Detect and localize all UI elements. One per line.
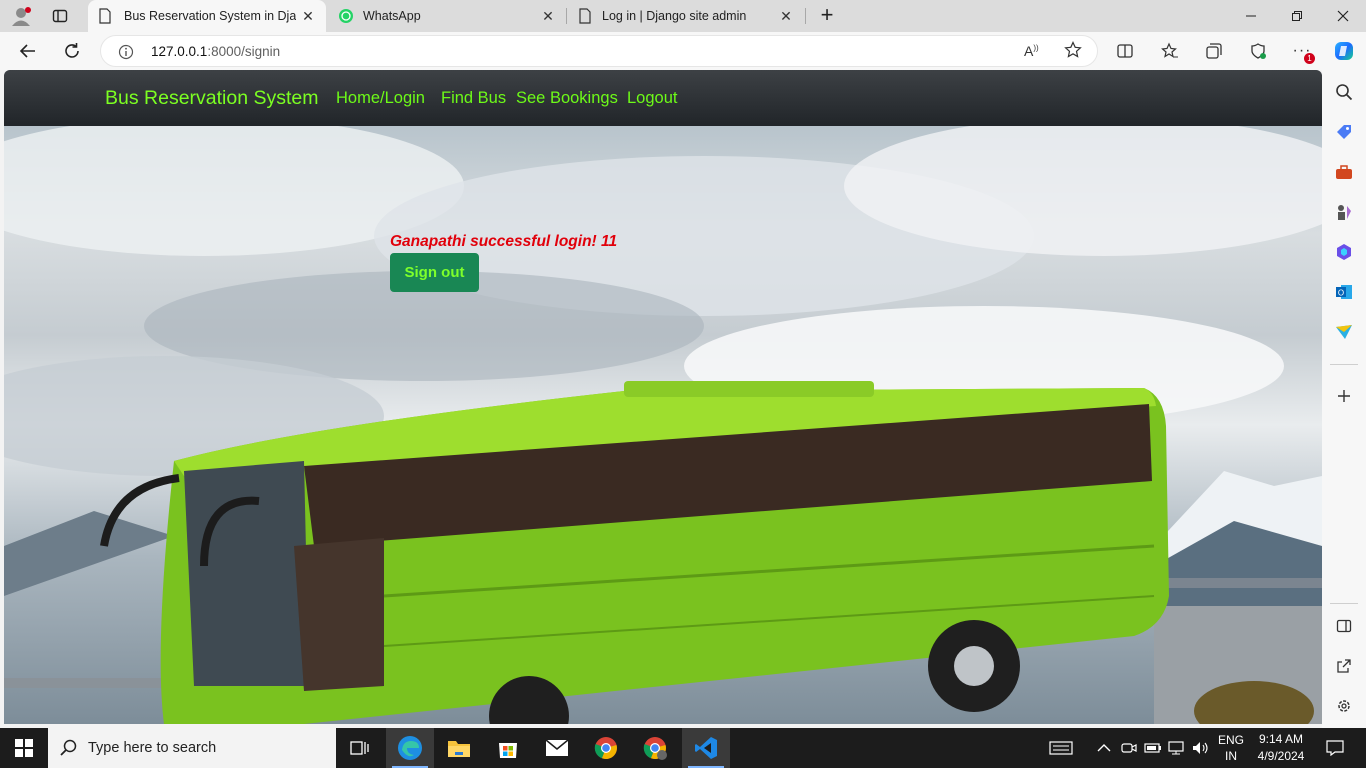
clock[interactable]: 9:14 AM 4/9/2024 <box>1252 728 1310 768</box>
windows-taskbar: Type here to search ENG IN 9:14 AM 4/9/2… <box>0 728 1366 768</box>
favorite-star-icon[interactable] <box>1064 41 1082 64</box>
bus-illustration <box>4 126 1322 724</box>
external-link-icon[interactable] <box>1334 656 1354 676</box>
drop-icon[interactable] <box>1334 322 1354 342</box>
tab-bar: Bus Reservation System in Django ✕ Whats… <box>0 0 1366 32</box>
sidebar-settings-icon[interactable] <box>1334 696 1354 716</box>
mail-icon[interactable] <box>533 728 581 768</box>
show-hidden-icons[interactable] <box>1094 728 1114 768</box>
back-icon[interactable] <box>13 36 43 66</box>
clock-time: 9:14 AM <box>1258 732 1304 746</box>
search-icon <box>60 739 78 761</box>
sign-out-button[interactable]: Sign out <box>390 253 479 292</box>
copilot-icon[interactable] <box>1329 36 1359 66</box>
site-navbar: Bus Reservation System Home/Login Find B… <box>4 70 1322 126</box>
region-code: IN <box>1225 749 1237 763</box>
tab-title: Bus Reservation System in Django <box>124 9 296 23</box>
sidebar-divider <box>1330 364 1358 365</box>
volume-icon[interactable] <box>1190 728 1212 768</box>
site-info-icon[interactable] <box>118 44 134 65</box>
shopping-tag-icon[interactable] <box>1334 122 1354 142</box>
site-brand[interactable]: Bus Reservation System <box>105 87 319 110</box>
language-indicator[interactable]: ENG IN <box>1214 728 1248 768</box>
hide-sidebar-icon[interactable] <box>1334 616 1354 636</box>
tab-title: WhatsApp <box>363 9 421 23</box>
keyboard-layout-icon[interactable] <box>1046 728 1076 768</box>
new-tab-button[interactable]: + <box>815 3 839 27</box>
split-screen-icon[interactable] <box>1110 36 1140 66</box>
close-window-button[interactable] <box>1320 0 1366 32</box>
network-icon[interactable] <box>1166 728 1188 768</box>
url-path: :8000/signin <box>207 44 281 59</box>
file-explorer-icon[interactable] <box>435 728 483 768</box>
tab-django-admin[interactable]: Log in | Django site admin ✕ <box>568 0 804 32</box>
clock-date: 4/9/2024 <box>1257 749 1305 763</box>
svg-text:O: O <box>1338 289 1344 298</box>
page-viewport: Bus Reservation System Home/Login Find B… <box>4 70 1322 724</box>
url-text: 127.0.0.1:8000/signin <box>151 44 280 59</box>
outlook-icon[interactable]: O <box>1334 282 1354 302</box>
chrome-profile-icon[interactable] <box>631 728 679 768</box>
nav-logout[interactable]: Logout <box>627 89 677 108</box>
chrome-icon[interactable] <box>582 728 630 768</box>
sidebar-divider <box>1330 603 1358 604</box>
edge-taskbar-icon[interactable] <box>386 728 434 768</box>
close-tab-icon[interactable]: ✕ <box>778 8 794 24</box>
meet-now-icon[interactable] <box>1118 728 1140 768</box>
close-tab-icon[interactable]: ✕ <box>540 8 556 24</box>
tab-bus-reservation[interactable]: Bus Reservation System in Django ✕ <box>88 0 326 32</box>
page-icon <box>578 8 592 27</box>
tab-actions-icon[interactable] <box>52 8 68 24</box>
favorites-icon[interactable] <box>1155 36 1185 66</box>
read-aloud-icon[interactable]: A)) <box>1024 43 1039 59</box>
notifications-icon[interactable] <box>1320 728 1350 768</box>
battery-icon[interactable] <box>1142 728 1164 768</box>
collections-icon[interactable] <box>1199 36 1229 66</box>
nav-see-bookings[interactable]: See Bookings <box>516 89 618 108</box>
browser-toolbar: 127.0.0.1:8000/signin A)) ··· 1 <box>0 32 1366 70</box>
browser-essentials-icon[interactable] <box>1243 36 1273 66</box>
edge-sidebar: O <box>1322 70 1366 728</box>
vscode-icon[interactable] <box>682 728 730 768</box>
close-tab-icon[interactable]: ✕ <box>300 8 316 24</box>
tools-icon[interactable] <box>1334 162 1354 182</box>
reload-icon[interactable] <box>57 36 87 66</box>
hero-bus-image: Ganapathi successful login! 11 Sign out <box>4 126 1322 724</box>
login-success-message: Ganapathi successful login! 11 <box>390 233 618 250</box>
search-placeholder: Type here to search <box>88 740 217 756</box>
games-icon[interactable] <box>1334 202 1354 222</box>
settings-more-icon[interactable]: ··· 1 <box>1287 36 1317 66</box>
microsoft-store-icon[interactable] <box>484 728 532 768</box>
minimize-button[interactable] <box>1228 0 1274 32</box>
nav-find-bus[interactable]: Find Bus <box>441 89 506 108</box>
tab-whatsapp[interactable]: WhatsApp ✕ <box>328 0 566 32</box>
taskbar-search-box[interactable]: Type here to search <box>48 728 336 768</box>
tab-separator <box>805 8 806 24</box>
page-icon <box>98 8 112 27</box>
tab-separator <box>566 8 567 24</box>
task-view-icon[interactable] <box>336 728 384 768</box>
language-code: ENG <box>1217 733 1244 747</box>
address-bar[interactable]: 127.0.0.1:8000/signin A)) <box>100 35 1098 67</box>
search-icon[interactable] <box>1334 82 1354 102</box>
add-icon[interactable] <box>1334 386 1354 406</box>
windows-start-icon[interactable] <box>0 728 48 768</box>
restore-button[interactable] <box>1274 0 1320 32</box>
nav-home-login[interactable]: Home/Login <box>336 89 425 108</box>
url-host: 127.0.0.1 <box>151 44 208 59</box>
profile-avatar[interactable] <box>10 6 32 26</box>
microsoft-365-icon[interactable] <box>1334 242 1354 262</box>
tab-title: Log in | Django site admin <box>602 9 747 23</box>
whatsapp-icon <box>338 8 354 27</box>
notification-badge: 1 <box>1304 53 1315 64</box>
